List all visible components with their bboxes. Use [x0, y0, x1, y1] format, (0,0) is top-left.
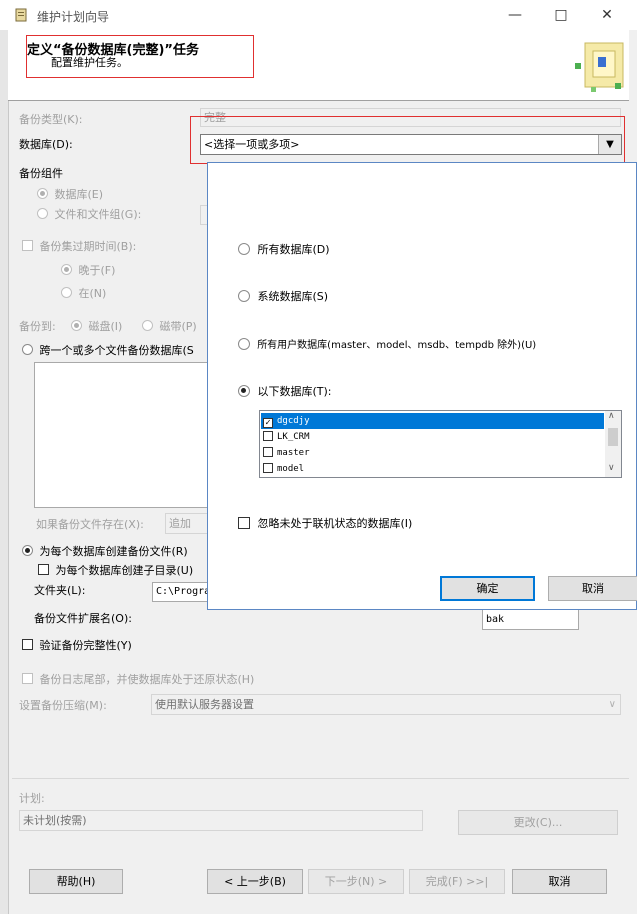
database-list-item[interactable]: LK_CRM: [261, 429, 604, 445]
cancel-button[interactable]: 取消: [512, 869, 607, 894]
folder-value: C:\Progra: [156, 586, 208, 597]
tail-check[interactable]: [22, 673, 33, 684]
scroll-down-icon[interactable]: ∨: [608, 463, 615, 473]
page-subtitle: 配置维护任务。: [51, 56, 128, 69]
backup-type-label: 备份类型(K):: [19, 113, 83, 126]
left-window-strip: [0, 30, 9, 914]
radio-after-button[interactable]: [61, 264, 72, 275]
popup-cancel-button[interactable]: 取消: [548, 576, 637, 601]
change-button[interactable]: 更改(C)...: [458, 810, 618, 835]
opt-these-radio[interactable]: [238, 385, 250, 397]
dropdown-arrow-icon[interactable]: ▼: [598, 135, 621, 154]
wizard-illustration-icon: [571, 35, 629, 95]
opt-user-databases[interactable]: 所有用户数据库(master、model、msdb、tempdb 除外)(U): [238, 336, 536, 351]
radio-files-button[interactable]: [37, 208, 48, 219]
radio-span[interactable]: 跨一个或多个文件备份数据库(S: [22, 342, 194, 358]
database-label: 数据库(D):: [19, 138, 73, 151]
radio-disk-button[interactable]: [71, 320, 82, 331]
radio-on-button[interactable]: [61, 287, 72, 298]
if-exists-label: 如果备份文件存在(X):: [36, 518, 144, 531]
schedule-value: 未计划(按需): [23, 814, 87, 827]
radio-database[interactable]: 数据库(E): [37, 186, 103, 202]
maximize-icon[interactable]: □: [538, 0, 584, 30]
ext-label: 备份文件扩展名(O):: [34, 612, 132, 625]
database-item-name: dgcdjy: [277, 416, 310, 426]
separator-line: [12, 778, 629, 779]
checklist-scrollbar[interactable]: ∧ ∨: [605, 411, 621, 477]
radio-each-db-button[interactable]: [22, 545, 33, 556]
opt-these-databases[interactable]: 以下数据库(T):: [238, 383, 332, 399]
backup-files-list[interactable]: [34, 362, 208, 508]
schedule-field: 未计划(按需): [19, 810, 423, 831]
database-item-checkbox[interactable]: [263, 463, 273, 473]
opt-user-radio[interactable]: [238, 338, 250, 350]
scroll-up-icon[interactable]: ∧: [608, 411, 615, 421]
compression-value: 使用默认服务器设置: [155, 698, 254, 711]
subdir-check[interactable]: [38, 564, 49, 575]
back-button[interactable]: < 上一步(B): [207, 869, 303, 894]
ignore-offline-checkbox[interactable]: 忽略未处于联机状态的数据库(I): [238, 515, 412, 531]
backup-component-label: 备份组件: [19, 167, 63, 180]
next-button[interactable]: 下一步(N) >: [308, 869, 404, 894]
opt-system-databases[interactable]: 系统数据库(S): [238, 288, 328, 304]
verify-check[interactable]: [22, 639, 33, 650]
ext-value: bak: [486, 614, 505, 625]
radio-each-db[interactable]: 为每个数据库创建备份文件(R): [22, 543, 188, 559]
ok-button[interactable]: 确定: [440, 576, 535, 601]
finish-button[interactable]: 完成(F) >>|: [409, 869, 505, 894]
app-icon: [14, 8, 28, 22]
verify-checkbox[interactable]: 验证备份完整性(Y): [22, 637, 132, 653]
backup-to-label: 备份到:: [19, 320, 56, 333]
scroll-thumb[interactable]: [608, 428, 618, 446]
title-bar: 维护计划向导 — □ ✕: [0, 0, 637, 30]
expire-checkbox[interactable]: 备份集过期时间(B):: [22, 238, 136, 254]
radio-on[interactable]: 在(N): [61, 285, 106, 301]
radio-tape-button[interactable]: [142, 320, 153, 331]
help-button[interactable]: 帮助(H): [29, 869, 123, 894]
database-item-checkbox[interactable]: [263, 431, 273, 441]
radio-span-button[interactable]: [22, 344, 33, 355]
opt-all-radio[interactable]: [238, 243, 250, 255]
minimize-icon[interactable]: —: [492, 0, 538, 30]
database-list-item[interactable]: ✓ dgcdjy: [261, 413, 604, 429]
ext-input[interactable]: bak: [482, 609, 579, 630]
schedule-label: 计划:: [19, 792, 45, 805]
database-selection-popup: 所有数据库(D) 系统数据库(S) 所有用户数据库(master、model、m…: [207, 162, 637, 610]
window-title: 维护计划向导: [37, 10, 110, 24]
radio-database-button[interactable]: [37, 188, 48, 199]
if-exists-value: 追加: [169, 517, 191, 530]
expire-check[interactable]: [22, 240, 33, 251]
database-list-item[interactable]: master: [261, 445, 604, 461]
opt-all-databases[interactable]: 所有数据库(D): [238, 241, 330, 257]
database-select-value: <选择一项或多项>: [204, 138, 300, 151]
subdir-checkbox[interactable]: 为每个数据库创建子目录(U): [38, 562, 193, 578]
database-item-name: model: [277, 464, 305, 474]
database-list-item[interactable]: model: [261, 461, 604, 477]
compression-label: 设置备份压缩(M):: [19, 699, 107, 712]
database-checklist[interactable]: ✓ dgcdjy LK_CRMmaster model ∧ ∨: [259, 410, 622, 478]
radio-files[interactable]: 文件和文件组(G):: [37, 206, 141, 222]
radio-tape[interactable]: 磁带(P): [142, 318, 197, 334]
database-item-name: LK_CRM: [277, 432, 310, 442]
close-icon[interactable]: ✕: [584, 0, 630, 30]
if-exists-select[interactable]: 追加: [165, 513, 208, 534]
folder-label: 文件夹(L):: [34, 584, 86, 597]
database-item-checkbox[interactable]: [263, 447, 273, 457]
database-item-name: master: [277, 448, 310, 458]
compression-chevron-icon: ∨: [608, 699, 616, 710]
wizard-header: 定义“备份数据库(完整)”任务 配置维护任务。: [8, 30, 629, 101]
tail-checkbox[interactable]: 备份日志尾部，并使数据库处于还原状态(H): [22, 671, 254, 687]
ignore-offline-check[interactable]: [238, 517, 250, 529]
radio-after[interactable]: 晚于(F): [61, 262, 115, 278]
compression-select[interactable]: 使用默认服务器设置 ∨: [151, 694, 621, 715]
opt-system-radio[interactable]: [238, 290, 250, 302]
database-select[interactable]: <选择一项或多项> ▼: [200, 134, 622, 155]
folder-input[interactable]: C:\Progra: [152, 582, 208, 602]
radio-disk[interactable]: 磁盘(I): [71, 318, 122, 334]
database-item-checkbox[interactable]: ✓: [263, 418, 273, 428]
